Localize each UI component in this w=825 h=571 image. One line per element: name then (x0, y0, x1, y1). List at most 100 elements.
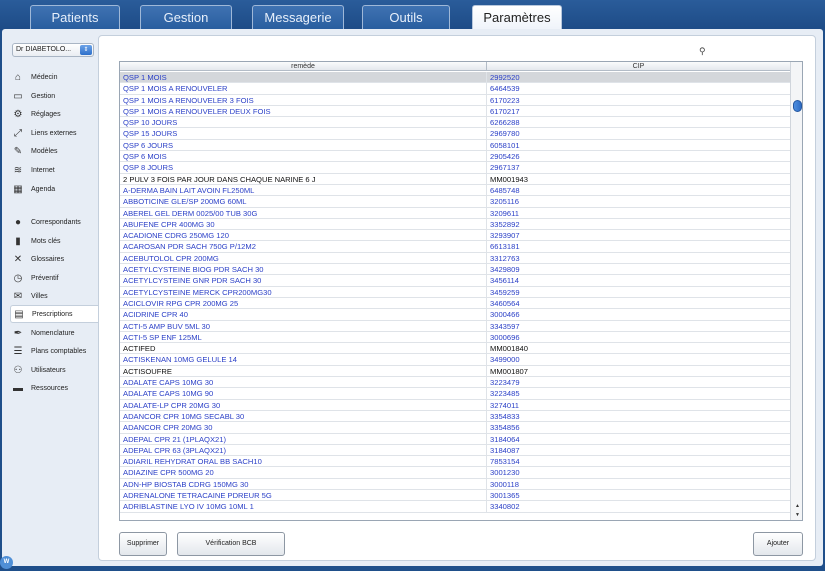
sidebar-item-r-glages[interactable]: ⚙ Réglages (10, 105, 98, 123)
prescriptions-panel: ⚲ remède CIP QSP 1 MOIS 2992520 QSP 1 MOIS… (98, 35, 816, 561)
table-row[interactable]: ACETYLCYSTEINE MERCK CPR200MG30 3459259 (120, 286, 790, 298)
cell-remede: ADANCOR CPR 10MG SECABL 30 (120, 410, 487, 422)
table-row[interactable]: QSP 6 MOIS 2905426 (120, 151, 790, 163)
cell-cip: 3184087 (490, 445, 520, 455)
ledger-icon: ☰ (13, 345, 23, 357)
column-header-remede[interactable]: remède (120, 62, 487, 71)
sidebar-item-liens-externes[interactable]: ⤢ Liens externes (10, 124, 98, 142)
cell-cip: 6058101 (490, 140, 520, 150)
sidebar-item-ressources[interactable]: ▬ Ressources (10, 379, 98, 397)
table-row[interactable]: ADIARIL REHYDRAT ORAL BB SACH10 7853154 (120, 456, 790, 468)
sidebar-item-label: Ressources (31, 384, 68, 392)
sidebar-item-agenda[interactable]: ▦ Agenda (10, 180, 98, 198)
cell-remede: ACTI-5 AMP BUV 5ML 30 (120, 320, 487, 331)
table-row[interactable]: QSP 8 JOURS 2967137 (120, 162, 790, 174)
table-row[interactable]: A-DERMA BAIN LAIT AVOIN FL250ML 6485748 (120, 184, 790, 197)
bcb-check-button[interactable]: Vérification BCB (177, 532, 285, 556)
cell-remede: QSP 1 MOIS A RENOUVELER 3 FOIS (120, 94, 487, 105)
table-row[interactable]: QSP 6 JOURS 6058101 (120, 139, 790, 152)
sidebar-item-mots-cl-s[interactable]: ▮ Mots clés (10, 232, 98, 250)
table-row[interactable]: ACADIONE CDRG 250MG 120 3293907 (120, 230, 790, 242)
cell-cip: 3354856 (490, 423, 520, 433)
table-row[interactable]: ACTISKENAN 10MG GELULE 14 3499000 (120, 354, 790, 366)
table-row[interactable]: QSP 1 MOIS A RENOUVELER 3 FOIS 6170223 (120, 94, 790, 106)
sidebar-item-correspondants[interactable]: ● Correspondants (10, 213, 98, 231)
table-row[interactable]: ABBOTICINE GLE/SP 200MG 60ML 3205116 (120, 196, 790, 208)
table-row[interactable]: ADEPAL CPR 63 (3PLAQX21) 3184087 (120, 444, 790, 457)
column-header-cip[interactable]: CIP (487, 62, 790, 71)
sidebar-item-m-decin[interactable]: ⌂ Médecin (10, 68, 98, 86)
table-row[interactable]: ACETYLCYSTEINE BIOG PDR SACH 30 3429809 (120, 264, 790, 276)
table-row[interactable]: ADALATE CAPS 10MG 90 3223485 (120, 388, 790, 400)
sidebar-item-nomenclature[interactable]: ✒ Nomenclature (10, 324, 98, 342)
table-row[interactable]: ADALATE CAPS 10MG 30 3223479 (120, 377, 790, 389)
table-row[interactable]: ACEBUTOLOL CPR 200MG 3312763 (120, 252, 790, 265)
table-row[interactable]: ADANCOR CPR 20MG 30 3354856 (120, 422, 790, 434)
table-row[interactable]: QSP 1 MOIS 2992520 (120, 72, 790, 84)
table-row[interactable]: ADN-HP BIOSTAB CDRG 150MG 30 3000118 (120, 478, 790, 490)
cell-cip: 2905426 (490, 152, 520, 162)
sidebar-item-prescriptions[interactable]: ▤ Prescriptions (10, 305, 102, 323)
table-row[interactable]: ACAROSAN PDR SACH 750G P/12M2 6613181 (120, 241, 790, 253)
cell-cip: 3499000 (490, 355, 520, 365)
table-row[interactable]: QSP 10 JOURS 6266288 (120, 117, 790, 129)
table-row[interactable]: ABUFENE CPR 400MG 30 3352892 (120, 218, 790, 231)
table-row[interactable]: ACTISOUFRE MM001807 (120, 365, 790, 378)
tab-parametres[interactable]: Paramètres (472, 5, 562, 31)
expand-icon: ⤢ (14, 127, 22, 139)
cell-cip: 3460564 (490, 298, 520, 308)
search-input[interactable] (711, 46, 797, 56)
cell-remede: QSP 1 MOIS A RENOUVELER (120, 83, 487, 94)
table-row[interactable]: ACTI-5 AMP BUV 5ML 30 3343597 (120, 320, 790, 332)
table-row[interactable]: ACTI-5 SP ENF 125ML 3000696 (120, 331, 790, 344)
table-row[interactable]: QSP 1 MOIS A RENOUVELER 6464539 (120, 83, 790, 95)
sidebar-item-gestion[interactable]: ▭ Gestion (10, 87, 98, 105)
sidebar-item-pr-ventif[interactable]: ◷ Préventif (10, 269, 98, 287)
table-row[interactable]: ACIDRINE CPR 40 3000466 (120, 309, 790, 321)
cell-remede: ACETYLCYSTEINE BIOG PDR SACH 30 (120, 264, 487, 275)
scrollbar-thumb[interactable] (793, 100, 802, 112)
tab-messagerie[interactable]: Messagerie (252, 5, 344, 29)
cell-remede: QSP 15 JOURS (120, 128, 487, 139)
delete-button[interactable]: Supprimer (119, 532, 167, 556)
table-row[interactable]: ACTIFED MM001840 (120, 343, 790, 355)
app-logo: W (0, 556, 13, 569)
table-row[interactable]: ADRIBLASTINE LYO IV 10MG 10ML 1 3340802 (120, 501, 790, 513)
sidebar-item-internet[interactable]: ≋ Internet (10, 161, 98, 179)
sidebar-item-plans-comptables[interactable]: ☰ Plans comptables (10, 342, 98, 360)
scroll-down-icon[interactable]: ▼ (792, 511, 802, 519)
table-row[interactable]: ADALATE-LP CPR 20MG 30 3274011 (120, 399, 790, 411)
scroll-up-icon[interactable]: ▲ (792, 502, 802, 510)
calendar-icon: ▦ (13, 183, 23, 195)
table-row[interactable]: ADANCOR CPR 10MG SECABL 30 3354833 (120, 410, 790, 423)
sidebar-item-mod-les[interactable]: ✎ Modèles (10, 142, 98, 160)
table-row[interactable]: ADIAZINE CPR 500MG 20 3001230 (120, 467, 790, 479)
cell-cip: 3205116 (490, 197, 519, 207)
table-row[interactable]: ADEPAL CPR 21 (1PLAQX21) 3184064 (120, 433, 790, 445)
cell-remede: ADEPAL CPR 21 (1PLAQX21) (120, 433, 487, 444)
sidebar: Dr DIABETOLO... ⇕ ⌂ Médecin ▭ Gestion ⚙ Régla… (10, 41, 102, 561)
table-row[interactable]: ACICLOVIR RPG CPR 200MG 25 3460564 (120, 297, 790, 310)
table-body: QSP 1 MOIS 2992520 QSP 1 MOIS A RENOUVELER… (120, 72, 790, 513)
table-row[interactable]: QSP 1 MOIS A RENOUVELER DEUX FOIS 6170217 (120, 105, 790, 118)
table-row[interactable]: ABEREL GEL DERM 0025/00 TUB 30G 3209611 (120, 207, 790, 219)
sidebar-item-label: Nomenclature (31, 329, 75, 337)
cell-remede: ABUFENE CPR 400MG 30 (120, 218, 487, 230)
tab-patients[interactable]: Patients (30, 5, 120, 29)
doctor-select[interactable]: Dr DIABETOLO... ⇕ (12, 43, 94, 57)
cell-cip: 6170217 (490, 106, 520, 116)
cell-cip: 3000466 (490, 310, 520, 320)
table-row[interactable]: ADRENALONE TETRACAINE PDREUR 5G 3001365 (120, 489, 790, 502)
cell-cip: 3429809 (490, 265, 520, 275)
sidebar-item-glossaires[interactable]: ✕ Glossaires (10, 250, 98, 268)
table-row[interactable]: 2 PULV 3 FOIS PAR JOUR DANS CHAQUE NARIN… (120, 173, 790, 185)
table-row[interactable]: QSP 15 JOURS 2969780 (120, 128, 790, 140)
sidebar-item-utilisateurs[interactable]: ⚇ Utilisateurs (10, 361, 98, 379)
tab-gestion[interactable]: Gestion (140, 5, 232, 29)
sidebar-item-villes[interactable]: ✉ Villes (10, 287, 98, 305)
tab-outils[interactable]: Outils (362, 5, 450, 29)
cell-cip: 3340802 (490, 502, 520, 512)
add-button[interactable]: Ajouter (753, 532, 803, 556)
table-row[interactable]: ACETYLCYSTEINE GNR PDR SACH 30 3456114 (120, 275, 790, 287)
vertical-scrollbar[interactable]: ▲ ▼ (790, 62, 802, 520)
